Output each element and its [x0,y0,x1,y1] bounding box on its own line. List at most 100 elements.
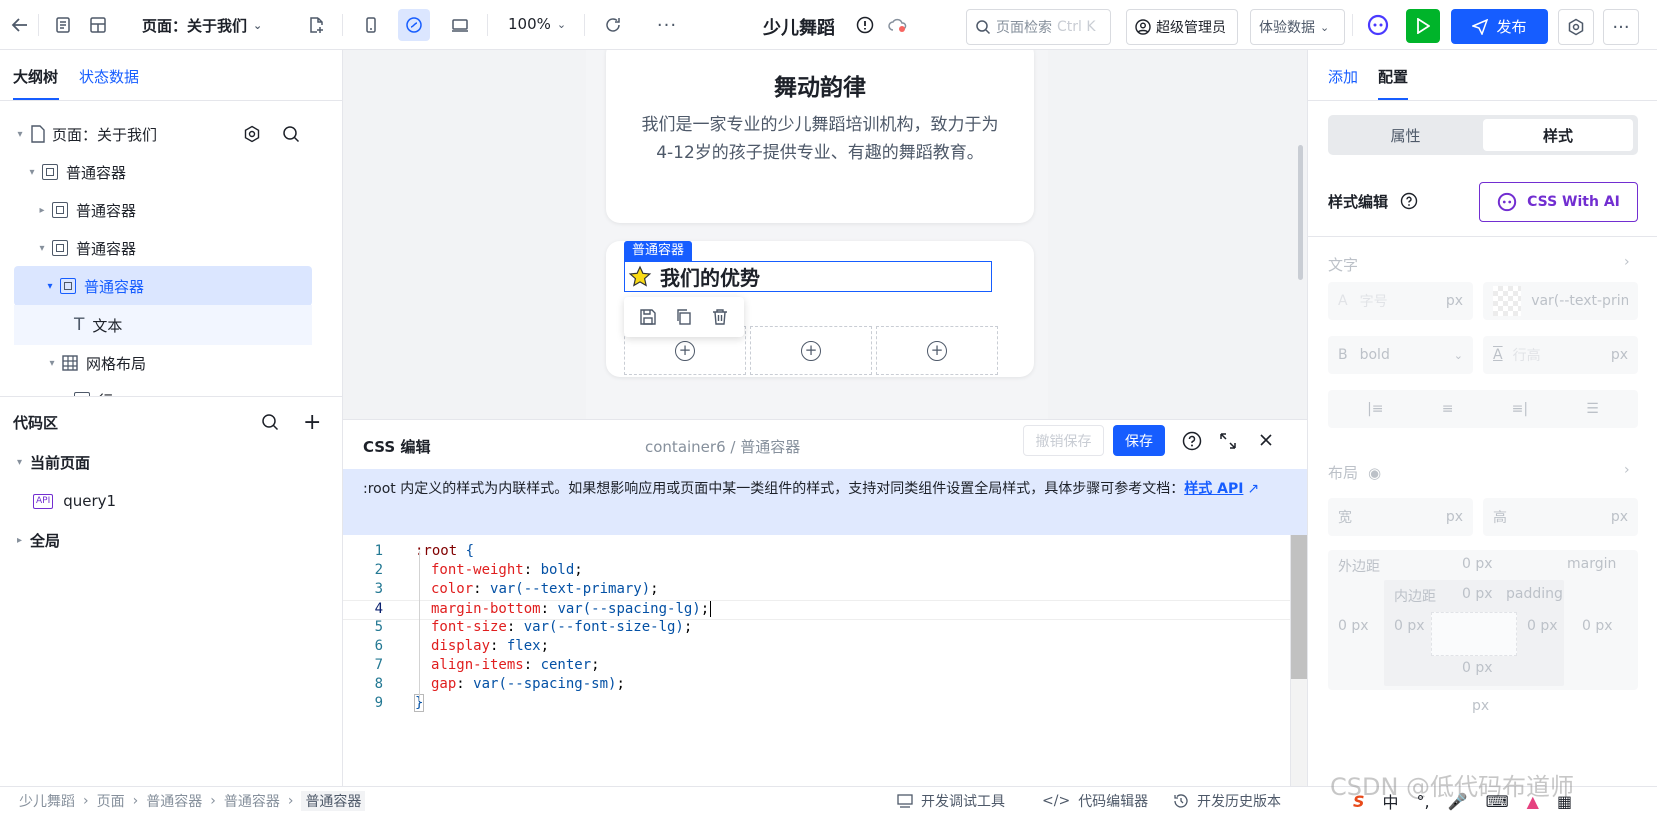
add-page-icon[interactable] [300,9,332,41]
tab-outline[interactable]: 大纲树 [13,66,58,87]
selected-text-element[interactable]: 我们的优势 [624,261,992,292]
segment-style[interactable]: 样式 [1483,119,1633,151]
drop-zone[interactable]: + [876,326,998,375]
mobile-icon[interactable] [355,9,387,41]
more-icon[interactable]: ··· [651,9,683,41]
info-icon[interactable] [849,9,881,41]
responsive-icon[interactable] [398,9,430,41]
code-tree-query[interactable]: API query1 [33,492,116,510]
code-tree-global[interactable]: ▸ 全局 [17,530,60,551]
tree-node-container-selected[interactable]: ▾ 普通容器 [14,266,312,306]
toolbox-grid-icon[interactable]: ▦ [1557,792,1572,811]
page-settings-icon[interactable] [243,125,261,143]
font-size-input[interactable]: A 字号 px [1328,282,1473,320]
copy-icon[interactable] [675,308,693,326]
search-icon[interactable] [282,125,300,143]
css-with-ai-button[interactable]: CSS With AI [1479,182,1638,222]
tree-node-text[interactable]: T 文本 [14,305,312,345]
breadcrumb-item[interactable]: 页面 [97,791,125,811]
tree-node-container[interactable]: ▾ 普通容器 [14,152,312,192]
user-menu-button[interactable]: 超级管理员 [1126,9,1238,45]
layout-icon[interactable] [82,9,114,41]
save-icon[interactable] [639,308,657,326]
text-color-input[interactable]: var(--text-prim [1483,282,1638,320]
align-left-icon[interactable]: |≡ [1367,401,1383,417]
margin-left-value[interactable]: 0 px [1338,618,1369,634]
editor-scrollbar-thumb[interactable] [1291,535,1307,679]
tab-add[interactable]: 添加 [1328,66,1358,87]
tree-node-container[interactable]: ▸ 普通容器 [14,190,312,230]
sogou-ime-icon[interactable]: S [1353,792,1365,811]
padding-bottom-value[interactable]: 0 px [1462,660,1493,676]
editor-scrollbar[interactable] [1290,535,1307,787]
style-api-link[interactable]: 样式 API [1184,481,1243,497]
run-button[interactable] [1406,9,1440,43]
page-selector[interactable]: 页面：关于我们 ⌄ [142,15,262,36]
padding-left-value[interactable]: 0 px [1394,618,1425,634]
ai-assistant-icon[interactable] [1362,9,1394,41]
add-icon[interactable]: + [303,410,321,435]
help-icon[interactable] [1182,431,1202,451]
refresh-icon[interactable] [597,9,629,41]
ime-mode-indicator[interactable]: 中 [1383,789,1399,813]
back-arrow-icon[interactable] [4,9,36,41]
eye-icon[interactable]: ◉ [1368,464,1381,482]
tree-node-label: 普通容器 [84,277,145,296]
expand-icon[interactable] [1218,431,1238,451]
chevron-right-icon[interactable]: › [1624,462,1630,478]
css-value: var(--spacing-lg) [557,601,701,617]
breadcrumb-item[interactable]: 普通容器 [224,791,280,811]
document-icon[interactable] [47,9,79,41]
height-input[interactable]: 高 px [1483,498,1638,536]
canvas-scrollbar[interactable] [1298,145,1303,280]
zoom-selector[interactable]: 100% ⌄ [508,15,566,33]
tree-node-row[interactable]: ▾ 行 [14,380,312,396]
design-canvas[interactable]: 舞动韵律 我们是一家专业的少儿舞蹈培训机构，致力于为4-12岁的孩子提供专业、有… [343,50,1307,419]
chevron-right-icon[interactable]: › [1624,254,1630,270]
breadcrumb-item-current[interactable]: 普通容器 [301,791,366,811]
padding-right-value[interactable]: 0 px [1527,618,1558,634]
microphone-icon[interactable]: 🎤 [1448,792,1468,811]
padding-top-value[interactable]: 0 px [1462,586,1493,602]
debug-tools-button[interactable]: 开发调试工具 [897,791,1005,811]
help-icon[interactable] [1400,192,1418,210]
drop-zone[interactable]: + [750,326,872,375]
segment-attributes[interactable]: 属性 [1332,119,1479,151]
cloud-sync-icon[interactable] [882,9,914,41]
intro-card[interactable]: 舞动韵律 我们是一家专业的少儿舞蹈培训机构，致力于为4-12岁的孩子提供专业、有… [606,50,1034,223]
tab-state-data[interactable]: 状态数据 [79,66,139,87]
margin-bottom-value[interactable]: px [1472,698,1489,714]
skin-icon[interactable]: ▲ [1527,792,1539,811]
page-search-input[interactable]: 页面检索 Ctrl K [966,9,1111,45]
settings-button[interactable] [1558,9,1594,45]
width-input[interactable]: 宽 px [1328,498,1473,536]
align-center-icon[interactable]: ≡ [1442,401,1454,417]
data-mode-select[interactable]: 体验数据 ⌄ [1250,9,1345,45]
code-editor[interactable]: 1:root { 2 font-weight: bold; 3 color: var… [343,535,1307,775]
margin-right-value[interactable]: 0 px [1582,618,1613,634]
close-icon[interactable] [1257,431,1275,449]
delete-icon[interactable] [711,308,729,326]
code-editor-button[interactable]: </> 代码编辑器 [1042,791,1148,811]
tab-config[interactable]: 配置 [1378,66,1408,87]
breadcrumb-item[interactable]: 普通容器 [146,791,202,811]
desktop-icon[interactable] [444,9,476,41]
font-weight-select[interactable]: B bold ⌄ [1328,336,1473,374]
tree-node-container[interactable]: ▾ 普通容器 [14,228,312,268]
code-tree-current-page[interactable]: ▾ 当前页面 [17,452,90,473]
revert-save-button[interactable]: 撤销保存 [1023,425,1104,456]
punctuation-icon[interactable]: °, [1417,792,1430,811]
divider [584,14,585,36]
tree-node-page[interactable]: ▾ 页面：关于我们 [14,114,312,154]
margin-top-value[interactable]: 0 px [1462,556,1493,572]
align-justify-icon[interactable]: ☰ [1586,401,1599,417]
breadcrumb-item[interactable]: 少儿舞蹈 [19,791,75,811]
search-icon[interactable] [261,413,279,431]
align-right-icon[interactable]: ≡| [1512,401,1528,417]
publish-button[interactable]: 发布 [1451,9,1548,44]
line-height-input[interactable]: A 行高 px [1483,336,1638,374]
more-menu-button[interactable]: ··· [1603,9,1639,45]
history-button[interactable]: 开发历史版本 [1173,791,1281,811]
keyboard-icon[interactable]: ⌨ [1486,792,1509,811]
save-button[interactable]: 保存 [1113,425,1165,456]
